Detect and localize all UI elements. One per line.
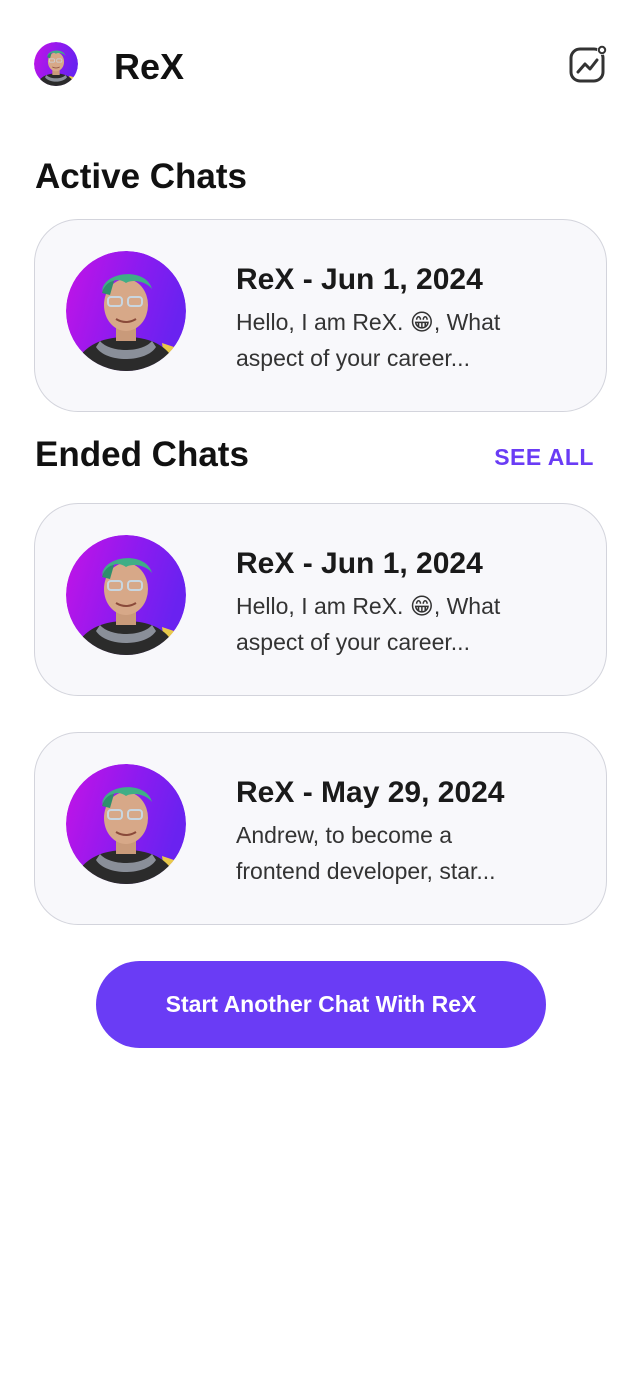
chat-title: ReX - Jun 1, 2024 — [236, 263, 483, 296]
chat-preview: Hello, I am ReX. 😁, What aspect of your … — [236, 304, 556, 376]
ended-chat-card[interactable]: ReX - May 29, 2024 Andrew, to become a f… — [34, 732, 607, 925]
chat-preview-line: aspect of your career... — [236, 629, 470, 655]
ended-chat-card[interactable]: ReX - Jun 1, 2024 Hello, I am ReX. 😁, Wh… — [34, 503, 607, 696]
rex-avatar-icon — [66, 535, 186, 655]
chat-title: ReX - May 29, 2024 — [236, 776, 505, 809]
chat-preview-line: aspect of your career... — [236, 345, 470, 371]
ended-chats-heading: Ended Chats — [35, 435, 249, 474]
page-title: ReX — [114, 46, 185, 87]
chat-preview-line: Hello, I am ReX. 😁, What — [236, 309, 501, 335]
start-another-chat-button[interactable]: Start Another Chat With ReX — [96, 961, 546, 1048]
active-chats-heading: Active Chats — [35, 157, 248, 196]
rex-avatar-icon — [66, 764, 186, 884]
chat-preview-line: Hello, I am ReX. 😁, What — [236, 593, 501, 619]
see-all-link[interactable]: SEE ALL — [494, 442, 594, 472]
chat-preview-line: Andrew, to become a — [236, 822, 453, 848]
chat-preview-line: frontend developer, star... — [236, 858, 496, 884]
active-chat-card[interactable]: ReX - Jun 1, 2024 Hello, I am ReX. 😁, Wh… — [34, 219, 607, 412]
rex-avatar-icon — [66, 251, 186, 371]
chat-title: ReX - Jun 1, 2024 — [236, 547, 483, 580]
chat-preview: Hello, I am ReX. 😁, What aspect of your … — [236, 588, 556, 660]
chat-preview: Andrew, to become a frontend developer, … — [236, 817, 556, 889]
rex-avatar-icon[interactable] — [34, 42, 78, 86]
app-header: ReX — [0, 0, 644, 130]
insights-chart-icon[interactable] — [568, 44, 608, 84]
